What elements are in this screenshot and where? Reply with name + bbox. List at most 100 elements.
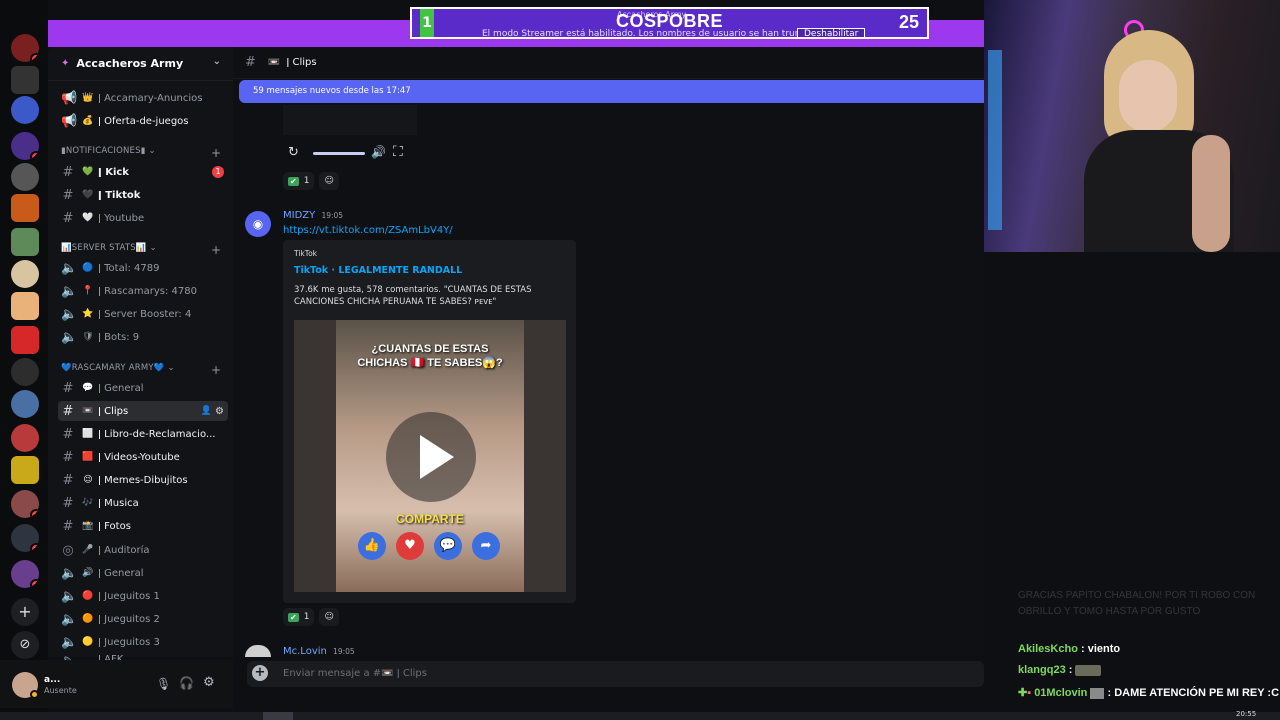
chat-message: : viento — [1080, 643, 1121, 655]
embed-provider: TikTok — [294, 249, 318, 258]
disable-streamer-button[interactable]: Deshabilitar — [797, 28, 866, 37]
speaker-icon: 🔈 — [61, 329, 78, 345]
voice-channel-item[interactable]: 🔈 🛡 ǀ Bots: 9 — [58, 327, 228, 347]
channel-item[interactable]: # 🎶 ǀ Musica — [58, 493, 228, 513]
new-messages-bar[interactable]: 59 mensajes nuevos desde las 17:47 — [239, 80, 984, 103]
speaker-icon: 🔈 — [61, 588, 78, 604]
channel-item[interactable]: # 😉 ǀ Memes-Dibujitos — [58, 470, 228, 490]
server-badge: 3 — [29, 579, 39, 588]
server-icon[interactable] — [11, 326, 39, 354]
author-avatar[interactable]: ◉ — [245, 211, 271, 237]
comment-icon: 💬 — [434, 532, 462, 560]
server-icon[interactable] — [11, 228, 39, 256]
server-icon[interactable] — [11, 66, 39, 94]
streamer-face — [1119, 60, 1177, 132]
voice-channel-item[interactable]: 🔈 🟠 ǀ Jueguitos 2 — [58, 609, 228, 629]
volume-slider[interactable] — [313, 152, 365, 155]
chevron-down-icon: ⌄ — [212, 56, 221, 67]
voice-channel-item[interactable]: 🔈 🟡 ǀ Jueguitos 3 — [58, 632, 228, 652]
server-icon[interactable] — [11, 424, 39, 452]
video-player[interactable] — [283, 105, 417, 135]
guild-header[interactable]: ✦ Accacheros Army ⌄ — [48, 47, 233, 81]
server-icon[interactable]: 3 — [11, 560, 39, 588]
channel-item[interactable]: # 💚 ǀ Kick 1 — [58, 162, 228, 182]
category-rascamary-army[interactable]: 💙RASCAMARY ARMY💙 ⌄ + — [61, 363, 221, 377]
channel-item[interactable]: # ⬜ ǀ Libro-de-Reclamacio... — [58, 424, 228, 444]
replay-icon[interactable]: ↻ — [288, 145, 299, 160]
author-avatar[interactable] — [245, 645, 271, 657]
reactions: ✔ 1 ☺ — [283, 172, 339, 190]
channel-item[interactable]: # 💬 ǀ General — [58, 378, 228, 398]
embed-title[interactable]: TikTok · LEGALMENTE RANDALL — [294, 265, 462, 276]
microphone-icon[interactable]: 🎙 — [156, 677, 171, 691]
tiktok-embed: TikTok TikTok · LEGALMENTE RANDALL 37.6K… — [283, 240, 576, 603]
hash-icon: # — [245, 55, 256, 70]
channel-item[interactable]: 📢 💰 ǀ Oferta-de-juegos — [58, 111, 228, 131]
twitch-chat-line: klangq23 : — [1018, 664, 1102, 676]
channel-item[interactable]: # 🟥 ǀ Videos-Youtube — [58, 447, 228, 467]
server-icon[interactable] — [11, 390, 39, 418]
stage-channel-item[interactable]: ◎ 🎤 ǀ Auditoría — [58, 540, 228, 560]
server-rail: 6 4 1 3 3 + ⊘ — [0, 0, 48, 712]
status-idle-icon — [30, 690, 39, 699]
server-icon[interactable]: 4 — [11, 132, 39, 160]
server-badge: 3 — [29, 543, 39, 552]
server-icon[interactable] — [11, 194, 39, 222]
user-panel: a... Ausente 🎙 🎧 ⚙ — [0, 660, 233, 708]
timestamp: 19:05 — [321, 211, 344, 220]
channel-title: ǀ Clips — [286, 57, 317, 68]
timestamp: 19:05 — [333, 647, 355, 656]
explore-icon[interactable]: ⊘ — [11, 631, 39, 659]
add-server-icon[interactable]: + — [11, 598, 39, 626]
settings-icon[interactable]: ⚙ — [215, 406, 224, 417]
channel-item-selected[interactable]: # 📼 ǀ Clips ⚙ 👤 — [58, 401, 228, 421]
channel-label: ǀ Oferta-de-juegos — [98, 115, 189, 127]
speaker-icon: 🔈 — [61, 634, 78, 650]
taskbar-app-icon[interactable] — [263, 712, 293, 720]
server-icon[interactable] — [11, 358, 39, 386]
fullscreen-icon[interactable]: ⛶ — [393, 144, 403, 160]
reaction-check[interactable]: ✔ 1 — [283, 608, 315, 626]
voice-channel-item[interactable]: 🔈 🔴 ǀ Jueguitos 1 — [58, 586, 228, 606]
author-name[interactable]: MIDZY — [283, 210, 315, 221]
message-link[interactable]: https://vt.tiktok.com/ZSAmLbV4Y/ — [283, 225, 453, 236]
user-settings-icon[interactable]: ⚙ — [203, 675, 215, 690]
server-folder-icon[interactable]: 3 — [11, 524, 39, 552]
channel-item[interactable]: # 🖤 ǀ Tiktok — [58, 185, 228, 205]
right-score: 25 — [898, 12, 919, 32]
server-icon[interactable] — [11, 292, 39, 320]
voice-channel-item[interactable]: 🔈 🔊 ǀ General — [58, 563, 228, 583]
channel-item[interactable]: # 📸 ǀ Fotos — [58, 516, 228, 536]
server-icon[interactable] — [11, 96, 39, 124]
message-header: Mc.Lovin 19:05 — [283, 646, 355, 657]
embed-video-thumbnail[interactable]: ¿CUANTAS DE ESTAS CHICHAS 🇵🇪 TE SABES😱? … — [294, 320, 566, 592]
voice-channel-item[interactable]: 🔈 🔵 ǀ Total: 4789 — [58, 258, 228, 278]
faded-chat-message: GRACIAS PAPITO CHABALON! POR TI ROBO CON… — [1018, 590, 1256, 617]
voice-channel-item[interactable]: 🔈 📍 ǀ Rascamarys: 4780 — [58, 281, 228, 301]
author-name[interactable]: Mc.Lovin — [283, 646, 327, 657]
share-icon: ➦ — [472, 532, 500, 560]
add-reaction-icon[interactable]: ☺ — [319, 172, 339, 190]
reaction-check[interactable]: ✔ 1 — [283, 172, 315, 190]
message-composer[interactable]: + Enviar mensaje a #📼 ǀ Clips — [247, 661, 984, 687]
server-icon[interactable]: 1 — [11, 490, 39, 518]
voice-channel-item[interactable]: 🔈 ⭐ ǀ Server Booster: 4 — [58, 304, 228, 324]
chat-username: klangq23 — [1018, 664, 1066, 676]
server-icon[interactable] — [11, 260, 39, 288]
invite-icon[interactable]: 👤 — [201, 406, 212, 416]
chat-header: # 📼 ǀ Clips — [233, 47, 984, 79]
headphones-icon[interactable]: 🎧 — [179, 676, 194, 690]
server-icon[interactable] — [11, 163, 39, 191]
category-notificaciones[interactable]: ▮NOTIFICACIONES▮ ⌄ + — [61, 146, 221, 160]
user-status: Ausente — [44, 686, 77, 695]
channel-item[interactable]: 📢 👑 ǀ Accamary-Anuncios — [58, 88, 228, 108]
channel-item[interactable]: # 🤍 ǀ Youtube — [58, 208, 228, 228]
server-icon[interactable] — [11, 456, 39, 484]
chat-message: : — [1068, 664, 1073, 676]
server-badge: 6 — [29, 53, 39, 62]
server-icon[interactable]: 6 — [11, 34, 39, 62]
volume-icon[interactable]: 🔊 — [371, 145, 386, 159]
add-reaction-icon[interactable]: ☺ — [319, 608, 339, 626]
category-server-stats[interactable]: 📊SERVER STATS📊 ⌄ + — [61, 243, 221, 257]
attach-plus-icon[interactable]: + — [252, 665, 268, 681]
